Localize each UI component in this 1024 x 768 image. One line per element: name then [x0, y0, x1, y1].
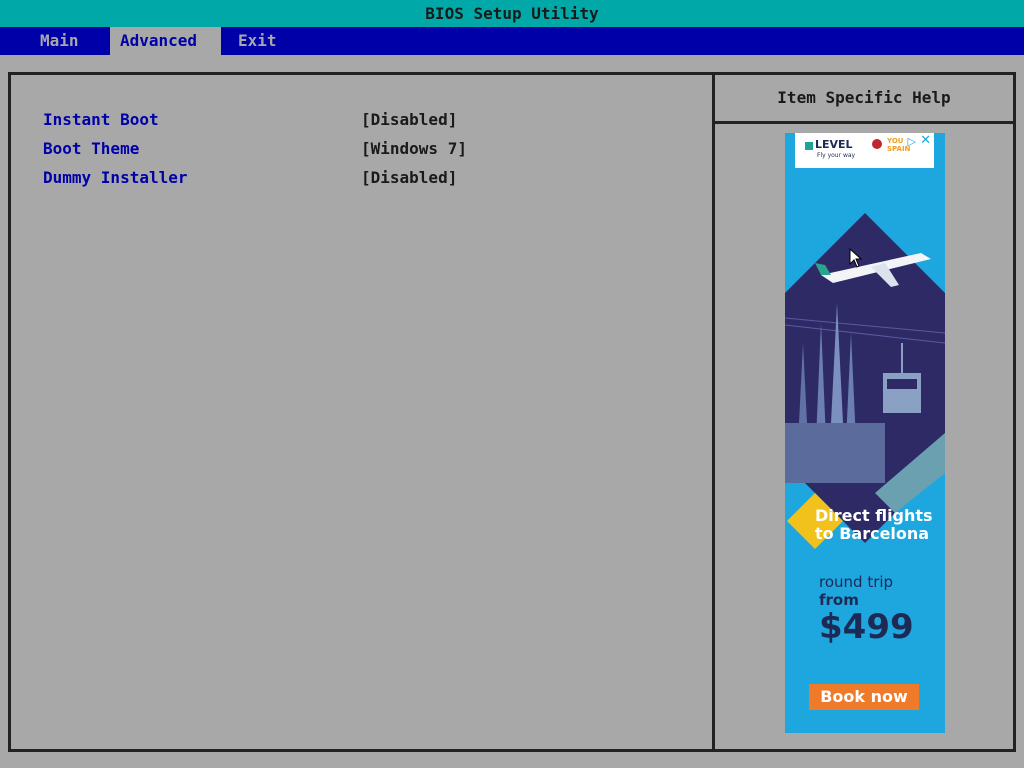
ad-brand-tagline: Fly your way [817, 152, 856, 159]
ad-header: LEVEL Fly your way YOU SPAIN ▷ ✕ [795, 133, 934, 168]
menu-bar: Main Advanced Exit [0, 27, 1024, 55]
tab-exit[interactable]: Exit [228, 27, 287, 55]
option-dummy-installer[interactable]: Dummy Installer [43, 168, 188, 188]
adchoices-icon[interactable]: ▷ [908, 135, 916, 148]
value-boot-theme[interactable]: [Windows 7] [361, 139, 467, 159]
mouse-cursor-icon [849, 248, 863, 268]
help-panel-title: Item Specific Help [715, 75, 1013, 124]
value-instant-boot[interactable]: [Disabled] [361, 110, 457, 130]
panel-divider [712, 75, 715, 749]
option-instant-boot[interactable]: Instant Boot [43, 110, 159, 130]
tab-advanced[interactable]: Advanced [110, 27, 221, 55]
window-title: BIOS Setup Utility [0, 0, 1024, 27]
barcelona-illustration [785, 213, 945, 549]
tab-main[interactable]: Main [30, 27, 89, 55]
book-now-button[interactable]: Book now [809, 684, 919, 710]
ad-brand: LEVEL [815, 138, 853, 151]
ad-round-trip: round trip [819, 573, 894, 591]
advertisement-banner[interactable]: LEVEL Fly your way YOU SPAIN ▷ ✕ Direct … [785, 133, 945, 733]
close-icon[interactable]: ✕ [920, 133, 931, 148]
settings-frame: Instant Boot [Disabled] Boot Theme [Wind… [8, 72, 1016, 752]
value-dummy-installer[interactable]: [Disabled] [361, 168, 457, 188]
ad-price: $499 [819, 607, 914, 647]
ad-headline-line1: Direct flights [815, 506, 933, 525]
level-logo-icon [805, 142, 813, 150]
ad-headline: Direct flights to Barcelona [815, 507, 943, 543]
option-boot-theme[interactable]: Boot Theme [43, 139, 139, 159]
partner-logo-icon [872, 139, 882, 149]
ad-headline-line2: to Barcelona [815, 524, 930, 543]
